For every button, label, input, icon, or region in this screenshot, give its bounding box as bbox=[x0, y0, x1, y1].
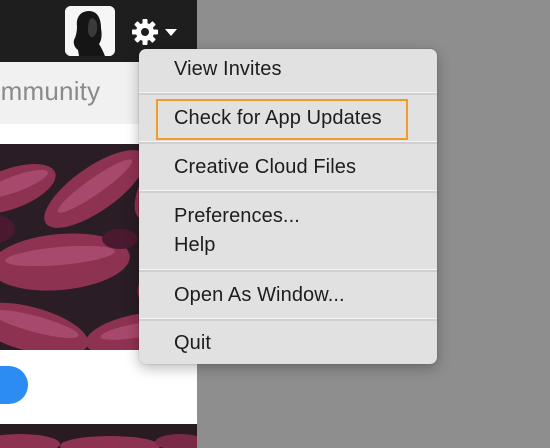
primary-action-button[interactable] bbox=[0, 366, 28, 404]
menu-separator bbox=[139, 141, 437, 144]
menu-separator bbox=[139, 190, 437, 193]
menu-item-view-invites[interactable]: View Invites bbox=[174, 58, 282, 81]
settings-dropdown-menu: View Invites Check for App Updates Creat… bbox=[139, 49, 437, 364]
menu-item-quit[interactable]: Quit bbox=[174, 332, 211, 355]
menu-separator bbox=[139, 92, 437, 95]
tab-community-label: ommunity bbox=[0, 76, 101, 106]
gear-icon bbox=[132, 19, 158, 45]
menu-item-help[interactable]: Help bbox=[174, 234, 216, 257]
next-artwork-image[interactable] bbox=[0, 424, 197, 448]
menu-item-check-for-app-updates[interactable]: Check for App Updates bbox=[174, 107, 382, 130]
settings-menu-button[interactable] bbox=[128, 18, 182, 48]
user-silhouette-icon bbox=[65, 6, 115, 56]
chevron-down-icon bbox=[165, 29, 177, 36]
flower-petals-image-bottom bbox=[0, 424, 197, 448]
menu-separator bbox=[139, 269, 437, 272]
menu-item-preferences[interactable]: Preferences... bbox=[174, 205, 300, 228]
menu-item-creative-cloud-files[interactable]: Creative Cloud Files bbox=[174, 156, 356, 179]
menu-separator bbox=[139, 318, 437, 321]
menu-item-open-as-window[interactable]: Open As Window... bbox=[174, 284, 345, 307]
avatar[interactable] bbox=[65, 6, 115, 56]
